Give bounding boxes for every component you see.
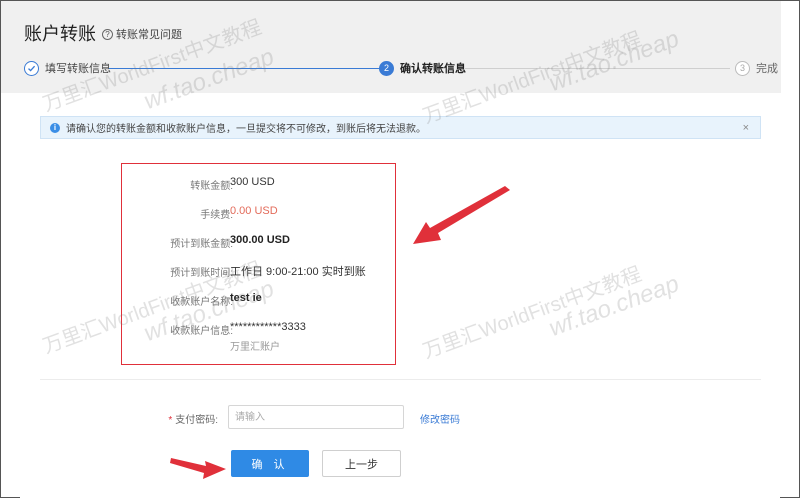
info-value: 0.00 USD <box>230 205 278 217</box>
info-value: 工作日 9:00-21:00 实时到账 <box>230 266 366 278</box>
info-row-fee: 手续费: 0.00 USD <box>121 202 401 222</box>
info-row-account-name: 收款账户名称: test ie <box>121 289 401 309</box>
info-icon: i <box>50 122 60 133</box>
step-1: 填写转账信息 <box>24 60 111 76</box>
step-label: 确认转账信息 <box>400 63 466 75</box>
info-label: 收款账户名称: <box>170 297 233 308</box>
step-number: 2 <box>379 60 394 76</box>
question-icon: ? <box>102 28 113 40</box>
info-label: 预计到账金额: <box>170 239 233 250</box>
info-row-account-info: 收款账户信息: ************3333 万里汇账户 <box>121 318 401 353</box>
step-2: 2 确认转账信息 <box>379 60 466 76</box>
step-connector <box>465 68 730 69</box>
step-number: 3 <box>735 60 750 76</box>
step-3: 3 完成 <box>735 60 778 76</box>
info-subtext: 万里汇账户 <box>230 342 280 353</box>
change-password-link[interactable]: 修改密码 <box>420 411 460 426</box>
divider <box>40 379 761 380</box>
previous-step-button[interactable]: 上一步 <box>322 450 401 477</box>
info-value: test ie <box>230 292 262 304</box>
info-row-amount: 转账金额: 300 USD <box>121 173 401 193</box>
checkmark-icon <box>24 60 39 76</box>
info-row-expected-time: 预计到账时间: 工作日 9:00-21:00 实时到账 <box>121 260 401 280</box>
password-label-text: 支付密码: <box>175 415 218 426</box>
step-label: 完成 <box>756 63 778 75</box>
alert-text: 请确认您的转账金额和收款账户信息，一旦提交将不可修改，到账后将无法退款。 <box>66 124 426 135</box>
info-label: 手续费: <box>200 210 233 221</box>
info-label: 预计到账时间: <box>170 268 233 279</box>
confirm-button[interactable]: 确 认 <box>231 450 309 477</box>
step-label: 填写转账信息 <box>45 63 111 75</box>
close-icon[interactable]: × <box>743 122 749 134</box>
help-link[interactable]: ? 转账常见问题 <box>102 26 182 42</box>
required-mark: * <box>168 415 173 426</box>
info-label: 收款账户信息: <box>170 326 233 337</box>
help-link-label: 转账常见问题 <box>116 29 182 41</box>
password-label: * 支付密码: <box>150 411 218 426</box>
step-connector <box>109 68 392 69</box>
password-input[interactable] <box>228 405 404 429</box>
page-title: 账户转账 <box>24 24 96 44</box>
info-row-expected-amount: 预计到账金额: 300.00 USD <box>121 231 401 251</box>
progress-steps: 填写转账信息 2 确认转账信息 3 完成 <box>24 60 784 80</box>
info-value: 300.00 USD <box>230 234 290 246</box>
info-value: ************3333 <box>230 321 306 333</box>
confirm-alert: i 请确认您的转账金额和收款账户信息，一旦提交将不可修改，到账后将无法退款。 × <box>40 116 761 139</box>
info-value: 300 USD <box>230 176 275 188</box>
info-label: 转账金额: <box>190 181 233 192</box>
